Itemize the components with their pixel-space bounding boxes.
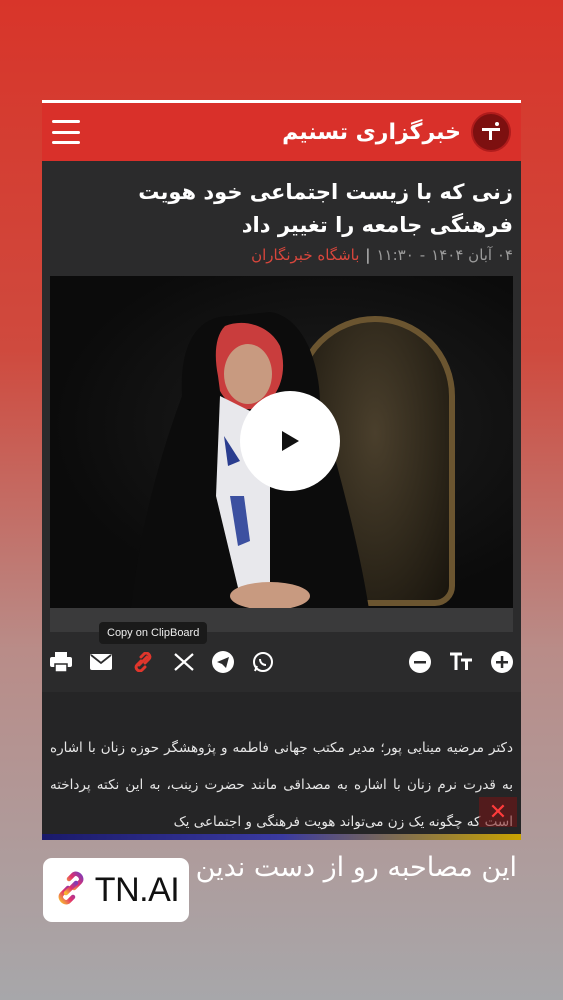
zoom-out-icon[interactable] [409,651,431,673]
share-toolbar [50,648,513,676]
hamburger-menu-icon[interactable] [52,120,80,144]
whatsapp-icon[interactable] [252,651,274,673]
article-card: خبرگزاری تسنیم زنی که با زیست اجتماعی خو… [42,100,521,840]
story-caption: این مصاحبه رو از دست ندین [195,852,517,883]
meta-dash: - [419,246,426,264]
brand-name: خبرگزاری تسنیم [282,119,461,145]
tn-ai-link-sticker[interactable]: TN.AI [43,858,189,922]
article-title: زنی که با زیست اجتماعی خود هویت فرهنگی ج… [138,180,513,237]
article-time: ۱۱:۳۰ [376,246,414,264]
bottom-stripe [42,834,521,840]
text-size-controls [409,651,513,673]
email-icon[interactable] [90,654,112,670]
telegram-icon[interactable] [212,651,234,673]
article-source[interactable]: باشگاه خبرنگاران [251,246,359,264]
meta-separator: | [365,246,371,264]
print-icon[interactable] [50,652,72,672]
link-icon[interactable] [130,652,156,672]
article-body: دکتر مرضیه مینایی پور؛ مدیر مکتب جهانی ف… [42,692,521,840]
site-header: خبرگزاری تسنیم [42,103,521,161]
close-button[interactable]: ✕ [479,797,517,827]
article-date: ۰۴ آبان ۱۴۰۴ [431,246,513,264]
copy-tooltip: Copy on ClipBoard [99,622,208,644]
link-icon [53,870,89,910]
video-player[interactable] [50,276,513,608]
brand[interactable]: خبرگزاری تسنیم [282,112,511,152]
text-size-icon[interactable] [449,652,473,672]
x-twitter-icon[interactable] [174,653,194,671]
share-icons [50,651,274,673]
article-meta: ۰۴ آبان ۱۴۰۴ - ۱۱:۳۰ | باشگاه خبرنگاران [251,246,513,264]
zoom-in-icon[interactable] [491,651,513,673]
play-icon[interactable] [240,391,340,491]
tasnim-logo-icon [471,112,511,152]
badge-label: TN.AI [94,870,180,909]
